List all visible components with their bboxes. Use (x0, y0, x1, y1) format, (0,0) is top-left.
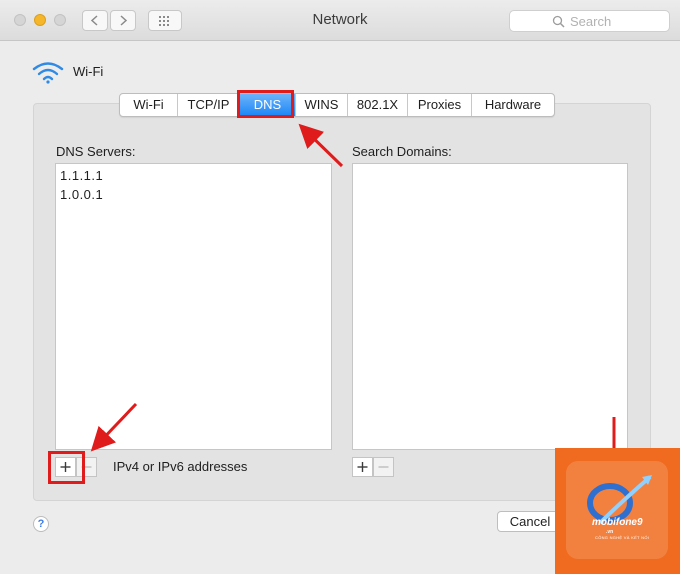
arrow-to-dns-tab (298, 123, 344, 168)
network-window: Network Search Wi-Fi Wi-Fi TCP/IP DNS WI… (0, 0, 680, 574)
watermark-badge: mobifone9 .vn CÔNG NGHỆ VÀ KẾT NỐI (566, 461, 668, 559)
watermark-tagline: CÔNG NGHỆ VÀ KẾT NỐI (595, 535, 650, 540)
watermark-brand: mobifone9 (592, 517, 643, 528)
arrow-to-add-button (90, 402, 138, 452)
watermark-logo: mobifone9 .vn CÔNG NGHỆ VÀ KẾT NỐI (555, 448, 680, 574)
